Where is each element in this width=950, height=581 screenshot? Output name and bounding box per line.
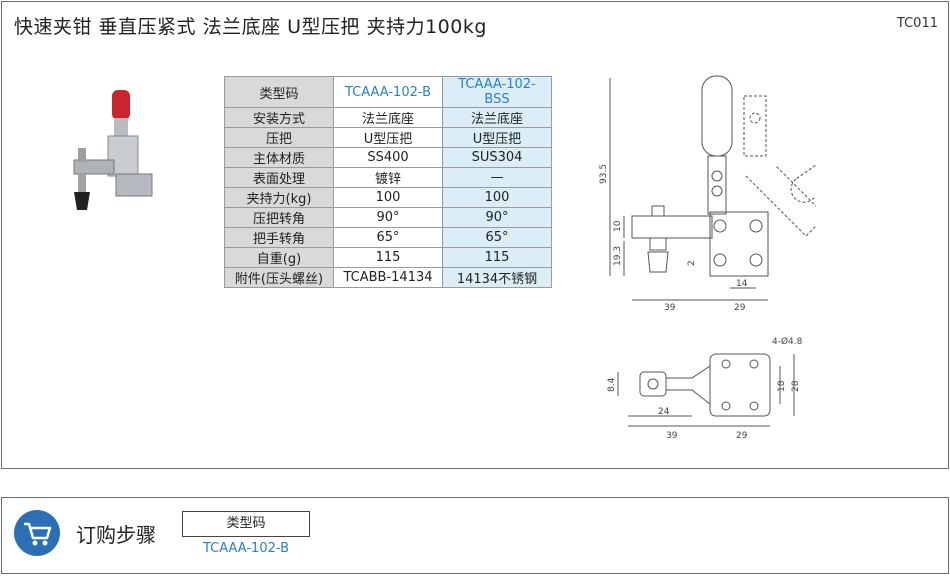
- row-label: 主体材质: [224, 147, 334, 168]
- cell: U型压把: [442, 127, 552, 148]
- row-label: 压把: [224, 127, 334, 148]
- table-row: 压把 U型压把 U型压把: [224, 127, 552, 148]
- cell: 90°: [442, 207, 552, 228]
- product-photo: [73, 90, 153, 210]
- row-label: 安装方式: [224, 107, 334, 128]
- table-row: 夹持力(kg) 100 100: [224, 187, 552, 208]
- cell: 法兰底座: [333, 107, 443, 128]
- dim-18: 18: [777, 380, 787, 392]
- spec-table: 类型码 TCAAA-102-B TCAAA-102-BSS 安装方式 法兰底座 …: [224, 76, 552, 288]
- table-row: 表面处理 镀锌 —: [224, 167, 552, 188]
- page-title: 快速夹钳 垂直压紧式 法兰底座 U型压把 夹持力100kg: [14, 16, 487, 38]
- dim-29b: 29: [736, 431, 748, 441]
- row-label: 表面处理: [224, 167, 334, 188]
- cell: 14134不锈钢: [442, 267, 552, 288]
- table-row: 安装方式 法兰底座 法兰底座: [224, 107, 552, 128]
- header-cell: TCAAA-102-B: [333, 76, 443, 108]
- dim-28: 28: [791, 380, 801, 392]
- dim-29: 29: [734, 303, 746, 313]
- dim-24: 24: [658, 407, 670, 417]
- row-label: 把手转角: [224, 227, 334, 248]
- dim-39b: 39: [666, 431, 678, 441]
- row-label: 自重(g): [224, 247, 334, 268]
- row-label: 夹持力(kg): [224, 187, 334, 208]
- cell: 115: [442, 247, 552, 268]
- header-cell: 类型码: [224, 76, 334, 108]
- dim-93-5: 93.5: [599, 164, 609, 184]
- row-label: 附件(压头螺丝): [224, 267, 334, 288]
- cell: SS400: [333, 147, 443, 168]
- cell: 65°: [333, 227, 443, 248]
- table-row: 附件(压头螺丝) TCABB-14134 14134不锈钢: [224, 267, 552, 288]
- cell: 法兰底座: [442, 107, 552, 128]
- cell: TCABB-14134: [333, 267, 443, 288]
- header-cell: TCAAA-102-BSS: [442, 76, 552, 108]
- cell: 90°: [333, 207, 443, 228]
- type-code-box: 类型码: [182, 511, 310, 537]
- dim-39: 39: [664, 303, 676, 313]
- cell: 115: [333, 247, 443, 268]
- dim-10: 10: [613, 220, 623, 232]
- cell: —: [442, 167, 552, 188]
- dim-2: 2: [687, 260, 697, 266]
- cell: 镀锌: [333, 167, 443, 188]
- table-row: 主体材质 SS400 SUS304: [224, 147, 552, 168]
- dim-holes: 4-Ø4.8: [772, 336, 803, 347]
- table-header-row: 类型码 TCAAA-102-B TCAAA-102-BSS: [224, 76, 552, 108]
- row-label: 压把转角: [224, 207, 334, 228]
- dim-14: 14: [736, 279, 748, 289]
- cell: U型压把: [333, 127, 443, 148]
- dim-8-4: 8.4: [607, 377, 617, 392]
- cell: SUS304: [442, 147, 552, 168]
- cart-icon: [14, 510, 60, 556]
- dim-19-3: 19.3: [613, 246, 623, 266]
- cell: 100: [333, 187, 443, 208]
- product-code: TC011: [896, 16, 938, 31]
- cell: 100: [442, 187, 552, 208]
- table-row: 把手转角 65° 65°: [224, 227, 552, 248]
- order-title: 订购步骤: [76, 523, 156, 547]
- table-row: 压把转角 90° 90°: [224, 207, 552, 228]
- cell: 65°: [442, 227, 552, 248]
- table-row: 自重(g) 115 115: [224, 247, 552, 268]
- technical-drawing: 93.5 10 19.3 2 14 39 29 4-Ø4.8 8.4 18 28…: [599, 75, 816, 441]
- order-code-link[interactable]: TCAAA-102-B: [182, 541, 310, 556]
